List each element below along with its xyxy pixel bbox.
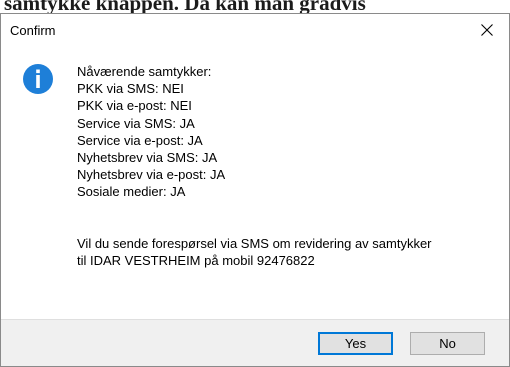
question-text: Vil du sende forespørsel via SMS om revi…	[77, 235, 432, 269]
info-icon	[23, 64, 53, 94]
no-button[interactable]: No	[410, 332, 485, 355]
message-line: Nyhetsbrev via SMS: JA	[77, 150, 218, 166]
message-line: PKK via SMS: NEI	[77, 81, 184, 97]
dialog-title: Confirm	[10, 23, 56, 38]
message-line: Service via SMS: JA	[77, 115, 195, 131]
question-line: til IDAR VESTRHEIM på mobil 92476822	[77, 252, 315, 268]
message-line: Service via e-post: JA	[77, 132, 203, 148]
yes-button[interactable]: Yes	[318, 332, 393, 355]
background-window: samtykke knappen. Da kan man gradvis	[0, 0, 510, 14]
confirm-dialog: Confirm Nåværende samtykker: PKK via SMS…	[0, 13, 510, 367]
info-glyph	[36, 69, 40, 88]
dialog-footer: Yes No	[1, 319, 509, 366]
message-line: PKK via e-post: NEI	[77, 98, 192, 114]
message-line: Nyhetsbrev via e-post: JA	[77, 167, 226, 183]
close-icon	[481, 24, 493, 36]
message-line: Nåværende samtykker:	[77, 64, 212, 79]
close-button[interactable]	[465, 14, 509, 46]
background-text: samtykke knappen. Da kan man gradvis	[4, 0, 366, 14]
dialog-message: Nåværende samtykker: PKK via SMS: NEI PK…	[77, 63, 432, 269]
question-line: Vil du sende forespørsel via SMS om revi…	[77, 235, 432, 251]
message-line: Sosiale medier: JA	[77, 184, 186, 200]
dialog-titlebar: Confirm	[1, 14, 509, 46]
